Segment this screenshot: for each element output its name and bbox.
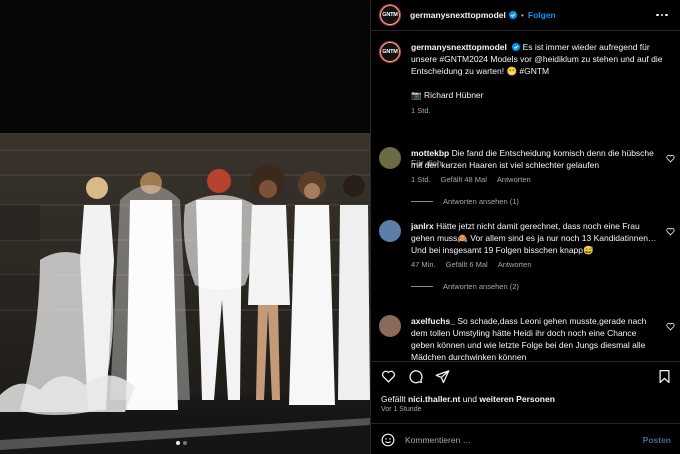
- caption-avatar[interactable]: GNTM: [379, 41, 401, 63]
- comment-icon[interactable]: [408, 369, 423, 384]
- caption-timestamp[interactable]: 1 Std.: [411, 105, 674, 117]
- post-photo[interactable]: [0, 0, 370, 454]
- liked-others-link[interactable]: weiteren Personen: [479, 394, 555, 404]
- comment-avatar[interactable]: [379, 220, 401, 242]
- bookmark-icon[interactable]: [657, 369, 672, 384]
- avatar[interactable]: GNTM: [379, 4, 401, 26]
- verified-badge-icon: [512, 43, 521, 51]
- reply-button[interactable]: Antworten: [497, 175, 531, 184]
- view-replies-button[interactable]: Antworten ansehen (2): [411, 282, 677, 291]
- caption-username[interactable]: germanysnexttopmodel: [411, 42, 507, 52]
- view-replies-label: Antworten ansehen (2): [443, 282, 519, 291]
- comment-item: mottekbp Die fand die Entscheidung komis…: [379, 147, 677, 206]
- post-detail-panel: GNTM germanysnexttopmodel • Folgen GNTM …: [370, 0, 680, 454]
- comment-timestamp[interactable]: 1 Std.: [411, 175, 431, 184]
- post-actions: Gefällt nici.thaller.nt und weiteren Per…: [371, 361, 680, 454]
- comment-username[interactable]: janlrx: [411, 221, 434, 231]
- verified-badge-icon: [508, 11, 517, 19]
- liked-by-text: Gefällt nici.thaller.nt und weiteren Per…: [381, 394, 555, 404]
- heart-icon[interactable]: [381, 369, 396, 384]
- comment-likes[interactable]: Gefällt 6 Mal: [446, 260, 488, 269]
- liked-and: und: [462, 394, 477, 404]
- share-icon[interactable]: [435, 369, 450, 384]
- comment-text: Hätte jetzt nicht damit gerechnet, dass …: [411, 221, 657, 255]
- runway-photo-illustration: [0, 0, 370, 454]
- comment-input[interactable]: [405, 434, 625, 445]
- comment-item: janlrx Hätte jetzt nicht damit gerechnet…: [379, 220, 677, 291]
- separator-dot: •: [520, 10, 524, 20]
- emoji-icon[interactable]: [381, 433, 395, 447]
- more-options-icon[interactable]: [655, 9, 669, 21]
- post-header: GNTM germanysnexttopmodel • Folgen: [371, 0, 680, 31]
- comment-avatar[interactable]: [379, 315, 401, 337]
- header-username[interactable]: germanysnexttopmodel: [410, 10, 506, 20]
- comment-likes[interactable]: Gefällt 48 Mal: [441, 175, 487, 184]
- photo-credit: 📷 Richard Hübner: [411, 90, 484, 100]
- carousel-dot[interactable]: [183, 441, 187, 445]
- replies-divider-line: [411, 201, 433, 202]
- view-replies-button[interactable]: Antworten ansehen (1): [411, 197, 677, 206]
- carousel-dots[interactable]: [176, 441, 187, 445]
- comment-avatar[interactable]: [379, 147, 401, 169]
- comment-username[interactable]: mottekbp: [411, 148, 449, 158]
- comment-timestamp[interactable]: 47 Min.: [411, 260, 436, 269]
- avatar-logo-text: GNTM: [382, 12, 398, 18]
- replies-divider-line: [411, 286, 433, 287]
- comment-like-heart-icon[interactable]: [666, 154, 675, 163]
- follow-button[interactable]: Folgen: [528, 10, 556, 20]
- view-replies-label: Antworten ansehen (1): [443, 197, 519, 206]
- carousel-dot-active[interactable]: [176, 441, 180, 445]
- comment-username[interactable]: axelfuchs_: [411, 316, 455, 326]
- post-timestamp[interactable]: Vor 1 Stunde: [381, 406, 421, 413]
- comment-like-heart-icon[interactable]: [666, 322, 675, 331]
- comment-like-heart-icon[interactable]: [666, 227, 675, 236]
- post-comment-button[interactable]: Posten: [643, 435, 671, 445]
- reply-button[interactable]: Antworten: [498, 260, 532, 269]
- liked-by-user[interactable]: nici.thaller.nt: [408, 394, 460, 404]
- comments-scroll-area[interactable]: GNTM germanysnexttopmodel Es ist immer w…: [371, 31, 680, 361]
- post-caption: GNTM germanysnexttopmodel Es ist immer w…: [379, 41, 674, 117]
- liked-prefix: Gefällt: [381, 394, 406, 404]
- comment-composer: Posten: [371, 423, 680, 454]
- comment-item: axelfuchs_ So schade,dass Leoni gehen mu…: [379, 315, 677, 361]
- caption-avatar-logo-text: GNTM: [382, 49, 398, 55]
